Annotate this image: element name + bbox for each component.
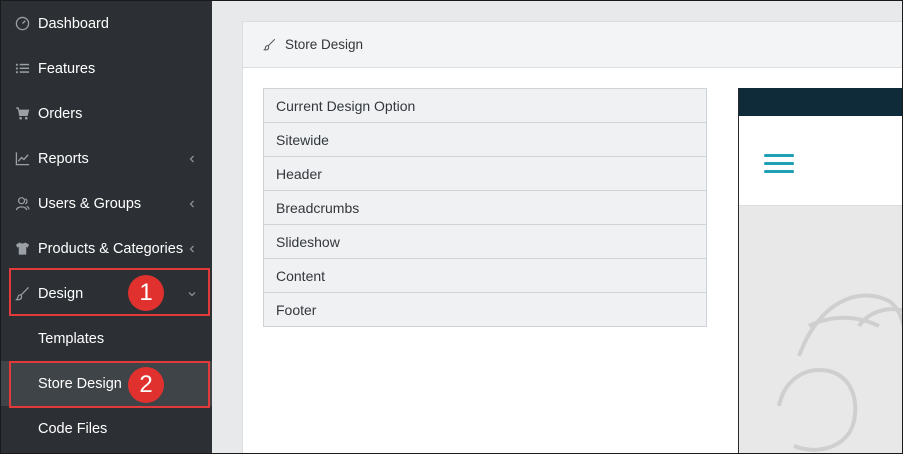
design-option-header[interactable]: Header <box>263 156 707 191</box>
sidebar-item-label: Reports <box>38 150 89 167</box>
store-design-card: Store Design Current Design Option Sitew… <box>242 21 902 453</box>
sidebar-item-orders[interactable]: Orders <box>1 91 212 136</box>
sidebar-item-features[interactable]: Features <box>1 46 212 91</box>
design-option-content[interactable]: Content <box>263 258 707 293</box>
chevron-left-icon <box>189 155 194 162</box>
sidebar-item-products-categories[interactable]: Products & Categories <box>1 226 212 271</box>
sidebar-subitem-label: Code Files <box>38 420 108 437</box>
card-header: Store Design <box>243 22 902 68</box>
annotation-highlight-store-design <box>9 361 210 408</box>
brush-icon <box>263 38 277 52</box>
sidebar: Dashboard Features Orders Reports Users … <box>1 1 212 453</box>
sidebar-item-label: Features <box>38 60 96 77</box>
preview-topbar <box>739 88 902 116</box>
annotation-highlight-design <box>9 268 210 316</box>
hamburger-menu-icon[interactable] <box>764 154 796 174</box>
chevron-left-icon <box>189 245 194 252</box>
preview-body <box>739 206 902 453</box>
sidebar-item-reports[interactable]: Reports <box>1 136 212 181</box>
shirt-icon <box>14 241 30 257</box>
users-icon <box>14 196 30 212</box>
store-preview <box>738 88 902 453</box>
sidebar-item-label: Products & Categories <box>38 240 184 257</box>
chevron-left-icon <box>189 200 194 207</box>
design-option-footer[interactable]: Footer <box>263 292 707 327</box>
annotation-badge-1: 1 <box>128 275 164 311</box>
annotation-badge-2: 2 <box>128 367 164 403</box>
decorative-shape-icon <box>777 293 902 452</box>
cart-icon <box>14 106 30 122</box>
sidebar-subitem-templates[interactable]: Templates <box>1 316 212 361</box>
sidebar-subitem-label: Templates <box>38 330 105 347</box>
chart-icon <box>14 151 30 167</box>
main-content: Store Design Current Design Option Sitew… <box>212 1 902 453</box>
dashboard-icon <box>14 16 30 32</box>
sidebar-item-label: Orders <box>38 105 83 122</box>
preview-header <box>739 116 902 206</box>
design-option-breadcrumbs[interactable]: Breadcrumbs <box>263 190 707 225</box>
sidebar-item-users-groups[interactable]: Users & Groups <box>1 181 212 226</box>
sidebar-item-dashboard[interactable]: Dashboard <box>1 1 212 46</box>
design-option-slideshow[interactable]: Slideshow <box>263 224 707 259</box>
list-icon <box>14 61 30 77</box>
sidebar-subitem-code-files[interactable]: Code Files <box>1 406 212 451</box>
design-option-list: Current Design Option Sitewide Header Br… <box>263 88 707 327</box>
app-window: Dashboard Features Orders Reports Users … <box>0 0 903 454</box>
card-title: Store Design <box>285 37 364 52</box>
design-option-current[interactable]: Current Design Option <box>263 88 707 123</box>
sidebar-item-label: Users & Groups <box>38 195 142 212</box>
sidebar-item-label: Dashboard <box>38 15 109 32</box>
design-option-sitewide[interactable]: Sitewide <box>263 122 707 157</box>
